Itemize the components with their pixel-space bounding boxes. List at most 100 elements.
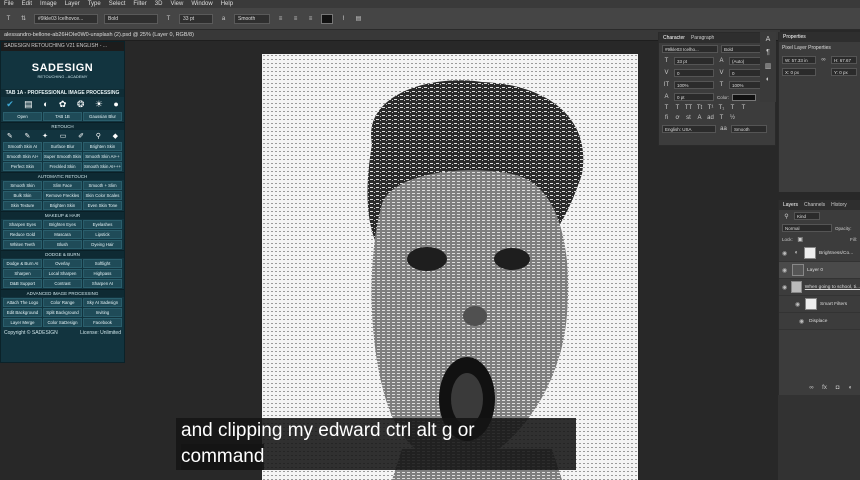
- char-kerning-field[interactable]: 0: [674, 69, 714, 77]
- makeup-button[interactable]: Dyeing Hair: [83, 240, 122, 249]
- advanced-button[interactable]: Layer Merge: [3, 318, 42, 327]
- pen-icon[interactable]: ✐: [78, 132, 84, 140]
- advanced-button[interactable]: Sky AI Sadesign: [83, 298, 122, 307]
- menu-edit[interactable]: Edit: [22, 1, 32, 7]
- smart-filters-row[interactable]: ◉ Smart Filters: [779, 296, 860, 313]
- menu-window[interactable]: Window: [191, 1, 212, 7]
- layer-row[interactable]: ◉ ◐ Brightness/Co...: [779, 245, 860, 262]
- dodge-burn-button[interactable]: Sharpen: [3, 269, 42, 278]
- font-size-select[interactable]: 33 pt: [179, 13, 213, 24]
- visibility-eye-icon[interactable]: ◉: [799, 318, 806, 325]
- char-font-family[interactable]: #9lkle03 Icelho...: [662, 45, 718, 53]
- tab-channels[interactable]: Channels: [804, 200, 825, 210]
- menu-help[interactable]: Help: [221, 1, 233, 7]
- makeup-button[interactable]: Reduce Gold: [3, 230, 42, 239]
- ordinal-icon[interactable]: T: [717, 115, 726, 121]
- blend-mode-select[interactable]: Normal: [782, 224, 832, 232]
- retouch-button[interactable]: Smooth Skin AI+++: [83, 162, 122, 171]
- subscript-icon[interactable]: T₁: [717, 105, 726, 111]
- visibility-eye-icon[interactable]: ◉: [795, 301, 802, 308]
- open-button[interactable]: Open: [3, 112, 42, 121]
- tab-layers[interactable]: Layers: [783, 200, 798, 210]
- swash-icon[interactable]: st: [684, 115, 693, 121]
- font-style-select[interactable]: Bold: [104, 13, 158, 24]
- menu-3d[interactable]: 3D: [155, 1, 163, 7]
- check-icon[interactable]: ✔: [6, 99, 14, 110]
- makeup-button[interactable]: Mascara: [43, 230, 82, 239]
- advanced-button[interactable]: Attach The Logo: [3, 298, 42, 307]
- menu-image[interactable]: Image: [40, 1, 57, 7]
- faux-bold-icon[interactable]: T: [662, 105, 671, 111]
- old-style-icon[interactable]: ơ: [673, 115, 682, 121]
- adjustments-icon[interactable]: ◐: [760, 76, 776, 83]
- menu-layer[interactable]: Layer: [65, 1, 80, 7]
- orientation-icon[interactable]: ⇅: [19, 15, 28, 22]
- advanced-button[interactable]: Inviting: [83, 308, 122, 317]
- menu-select[interactable]: Select: [109, 1, 126, 7]
- prop-y-field[interactable]: Y: 0 px: [831, 68, 857, 76]
- advanced-button[interactable]: Facebook: [83, 318, 122, 327]
- antialias-select[interactable]: Smooth: [234, 13, 270, 24]
- stylistic-icon[interactable]: A: [695, 115, 704, 121]
- makeup-button[interactable]: Lipstick: [83, 230, 122, 239]
- character-panel-icon[interactable]: ▤: [354, 15, 363, 22]
- dodge-burn-button[interactable]: Sharpen AI: [83, 279, 122, 288]
- tab-properties[interactable]: Properties: [783, 32, 806, 42]
- gaussian-blur-button[interactable]: Gaussian Blur: [83, 112, 122, 121]
- makeup-button[interactable]: Whiten Teeth: [3, 240, 42, 249]
- font-family-select[interactable]: #9lkle03 Icelhovce...: [34, 13, 98, 24]
- dodge-burn-button[interactable]: Softlight: [83, 259, 122, 268]
- auto-retouch-button[interactable]: Bulk Skin: [3, 191, 42, 200]
- prop-x-field[interactable]: X: 0 px: [782, 68, 816, 76]
- char-language-select[interactable]: English: USA: [662, 125, 716, 133]
- user-icon[interactable]: ●: [113, 99, 118, 109]
- dropper-icon[interactable]: ⚲: [96, 132, 101, 140]
- auto-retouch-button[interactable]: Skin Texture: [3, 201, 42, 210]
- aperture-icon[interactable]: ❂: [77, 99, 85, 110]
- brush-icon[interactable]: ✎: [25, 132, 31, 140]
- canvas-image[interactable]: [262, 54, 638, 480]
- retouch-button[interactable]: Freckled Skin: [43, 162, 82, 171]
- retouch-button[interactable]: Smooth Skin AI++: [83, 152, 122, 161]
- advanced-button[interactable]: Split Background: [43, 308, 82, 317]
- retouch-button[interactable]: Smooth Skin AI+: [3, 152, 42, 161]
- eraser-icon[interactable]: ▭: [60, 132, 67, 140]
- auto-retouch-button[interactable]: Brighten Skin: [43, 201, 82, 210]
- new-adjustment-icon[interactable]: ◐: [846, 385, 855, 391]
- dodge-burn-button[interactable]: Highpass: [83, 269, 122, 278]
- visibility-eye-icon[interactable]: ◉: [782, 250, 789, 257]
- menu-file[interactable]: File: [4, 1, 14, 7]
- dodge-burn-button[interactable]: Overlay: [43, 259, 82, 268]
- document-icon[interactable]: ▤: [24, 99, 33, 110]
- advanced-button[interactable]: Color Range: [43, 298, 82, 307]
- advanced-button[interactable]: Edit Background: [3, 308, 42, 317]
- lock-icon[interactable]: ▣: [796, 236, 805, 243]
- titling-icon[interactable]: ad: [706, 115, 715, 121]
- makeup-button[interactable]: Blush: [43, 240, 82, 249]
- align-center-icon[interactable]: ≡: [291, 16, 300, 22]
- libraries-icon[interactable]: ▥: [760, 62, 776, 70]
- auto-retouch-button[interactable]: Smooth Skin: [3, 181, 42, 190]
- sun-icon[interactable]: ☀: [95, 99, 103, 110]
- small-caps-icon[interactable]: Tt: [695, 105, 704, 111]
- paragraph-panel-icon[interactable]: ¶: [760, 49, 776, 56]
- menu-view[interactable]: View: [170, 1, 183, 7]
- visibility-eye-icon[interactable]: ◉: [782, 284, 788, 291]
- dodge-burn-button[interactable]: Dodge & Burn AI: [3, 259, 42, 268]
- auto-retouch-button[interactable]: Even Skin Tone: [83, 201, 122, 210]
- char-aa-select[interactable]: Smooth: [731, 125, 767, 133]
- all-caps-icon[interactable]: TT: [684, 105, 693, 111]
- char-color-swatch[interactable]: [732, 93, 757, 101]
- prop-height-field[interactable]: H: 67.67: [831, 56, 857, 64]
- type-tool-icon[interactable]: T: [4, 16, 13, 22]
- tab-history[interactable]: History: [831, 200, 847, 210]
- makeup-button[interactable]: Sharpen Eyes: [3, 220, 42, 229]
- char-size-field[interactable]: 33 pt: [674, 57, 714, 65]
- retouch-button[interactable]: Super Smooth Skin: [43, 152, 82, 161]
- retouch-button[interactable]: Smooth Skin AI: [3, 142, 42, 151]
- retouch-button[interactable]: Surface Blur: [43, 142, 82, 151]
- text-color-swatch[interactable]: [321, 13, 333, 24]
- fx-icon[interactable]: fx: [820, 385, 829, 391]
- character-panel-icon[interactable]: A: [760, 36, 776, 43]
- link-icon[interactable]: ∞: [819, 57, 828, 63]
